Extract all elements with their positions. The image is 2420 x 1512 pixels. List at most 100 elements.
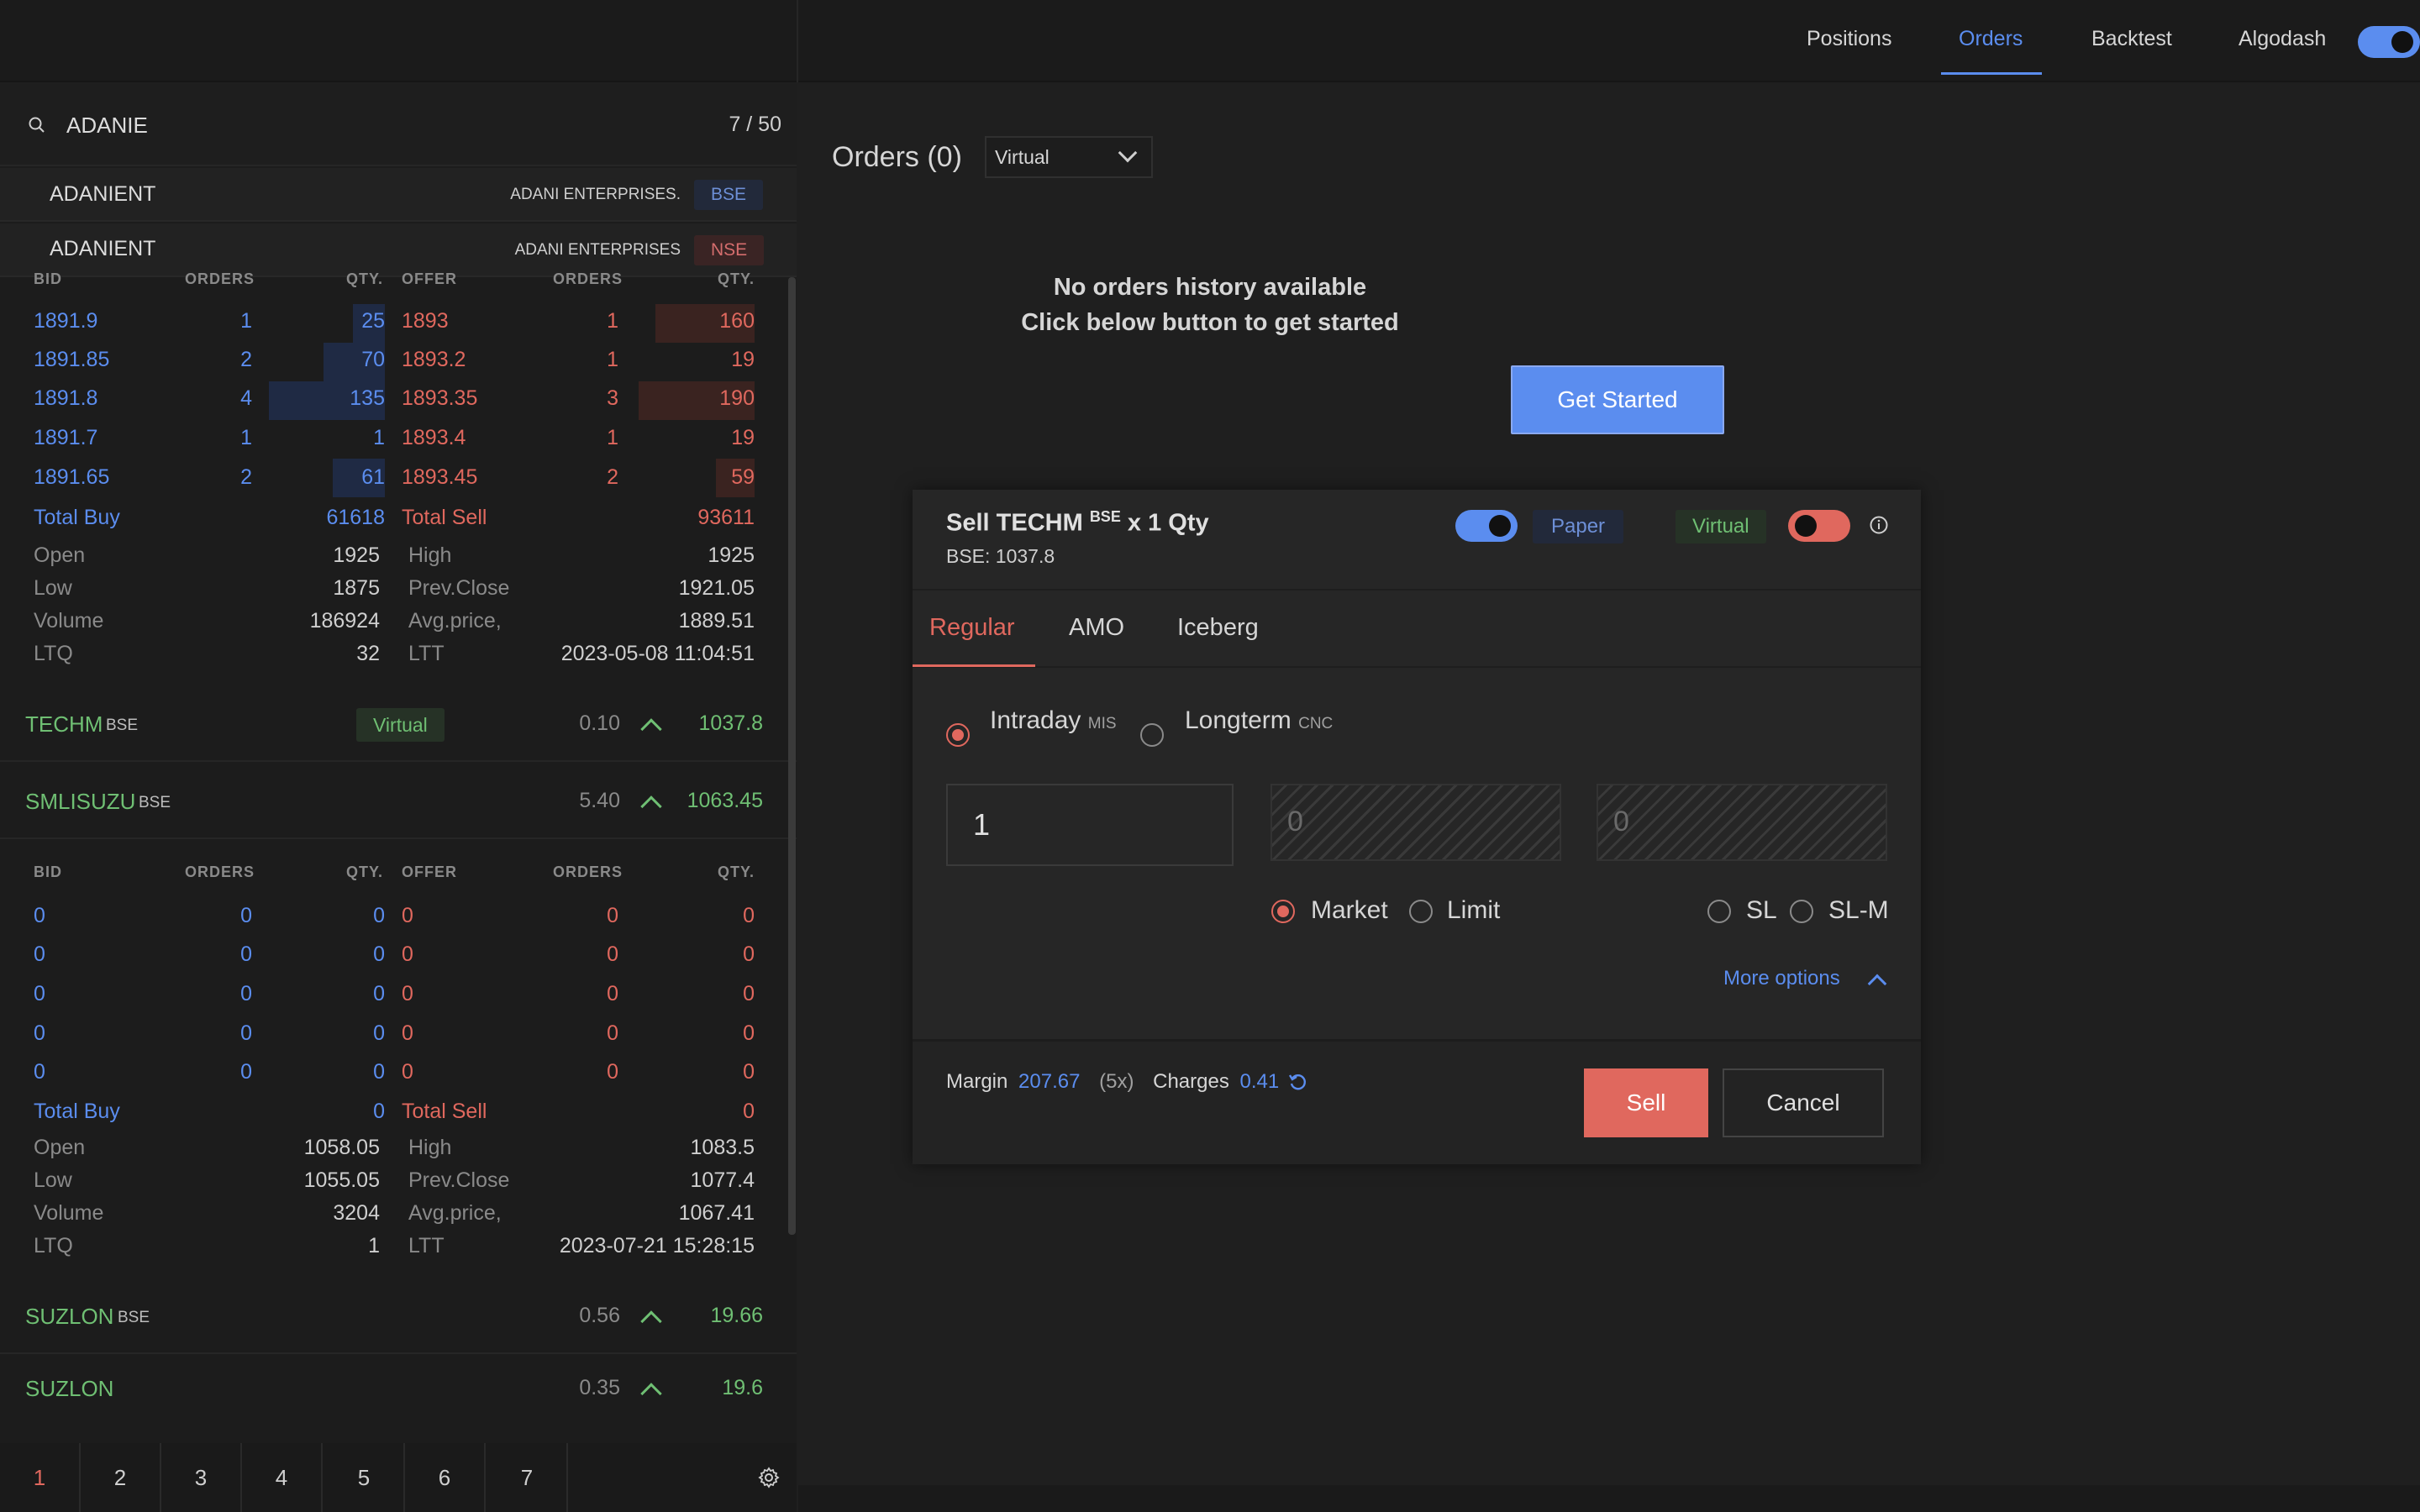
offer-price[interactable]: 0 [402,1021,413,1046]
bid-price[interactable]: 0 [34,904,45,928]
tab-amo[interactable]: AMO [1069,614,1124,642]
theme-toggle[interactable] [2358,26,2420,58]
sl-m-radio[interactable] [1790,900,1813,923]
margin-label: Margin [946,1070,1008,1093]
search-input[interactable]: ADANIE [66,113,148,139]
offer-price[interactable]: 0 [402,904,413,928]
bid-price[interactable]: 0 [34,942,45,967]
page-tab-3[interactable]: 3 [161,1443,242,1512]
stat-value: 1055.05 [303,1168,380,1192]
order-window-header: Sell TECHM BSE x 1 Qty BSE: 1037.8 Paper… [913,490,1921,591]
stat-value: 1067.41 [678,1201,755,1225]
offer-price[interactable]: 1893.2 [402,348,466,372]
market-label[interactable]: Market [1311,896,1388,925]
chevron-up-icon[interactable] [1867,974,1887,994]
page-tab-6[interactable]: 6 [405,1443,486,1512]
offer-qty: 19 [731,426,755,449]
trigger-price-input[interactable]: 0 [1597,784,1887,861]
quantity-input[interactable]: 1 [946,784,1234,866]
bid-qty: 0 [373,1060,385,1084]
watchlist-item-smlisuzu[interactable]: SMLISUZU BSE 5.40 1063.45 [0,764,797,839]
page-tab-1[interactable]: 1 [0,1443,81,1512]
watchlist-item-suzlon-bse[interactable]: SUZLON BSE 0.56 19.66 [0,1278,797,1354]
bid-price[interactable]: 0 [34,1021,45,1046]
nav-positions[interactable]: Positions [1807,27,1891,51]
search-count: 7 / 50 [729,113,781,136]
bid-price[interactable]: 1891.85 [34,348,109,372]
exchange-badge-bse[interactable]: BSE [694,180,764,210]
page-tab-2[interactable]: 2 [81,1443,161,1512]
watch-symbol: SMLISUZU [25,789,136,814]
bid-price[interactable]: 1891.7 [34,426,97,450]
exchange-badge-nse[interactable]: NSE [694,235,765,265]
sl-label[interactable]: SL [1746,896,1777,925]
bid-price[interactable]: 1891.8 [34,386,97,411]
gear-icon[interactable] [758,1467,780,1488]
stat-label: Open [34,543,86,567]
price-input[interactable]: 0 [1270,784,1561,861]
page-tab-5[interactable]: 5 [324,1443,405,1512]
intraday-text: Intraday [990,706,1081,734]
virtual-toggle[interactable] [1788,510,1850,542]
watchlist-scrollbar[interactable] [788,277,796,1235]
page-tab-7[interactable]: 7 [487,1443,568,1512]
intraday-label[interactable]: Intraday MIS [990,706,1117,735]
offer-price[interactable]: 1893.35 [402,386,477,411]
market-radio[interactable] [1271,900,1295,923]
bid-price[interactable]: 0 [34,982,45,1006]
stat-label: High [408,543,452,567]
cancel-button[interactable]: Cancel [1723,1068,1884,1137]
longterm-radio[interactable] [1140,723,1164,747]
offer-price[interactable]: 1893.45 [402,465,477,490]
offer-price[interactable]: 1893.4 [402,426,466,450]
search-icon [29,117,45,133]
more-options-link[interactable]: More options [1723,967,1840,990]
nav-backtest[interactable]: Backtest [2091,27,2172,51]
offer-price[interactable]: 0 [402,942,413,967]
virtual-badge: Virtual [356,708,445,742]
intraday-radio[interactable] [946,723,970,747]
longterm-label[interactable]: Longterm CNC [1185,706,1333,735]
orders-title: Orders (0) [832,141,962,173]
search-result-item[interactable]: ADANIENT ADANI ENTERPRISES NSE [0,223,797,277]
watch-exchange: BSE [106,717,139,734]
col-qty: QTY. [718,864,755,880]
get-started-button[interactable]: Get Started [1511,365,1724,434]
watch-price: 19.66 [710,1304,763,1327]
result-company-name: ADANI ENTERPRISES. [510,186,681,203]
watchlist-item-suzlon[interactable]: SUZLON 0.35 19.6 [0,1356,797,1401]
toggle-knob [1795,515,1817,537]
offer-qty: 59 [731,465,755,489]
offer-price[interactable]: 0 [402,1060,413,1084]
intraday-code: MIS [1087,715,1117,732]
sl-m-label[interactable]: SL-M [1828,896,1889,925]
limit-radio[interactable] [1409,900,1433,923]
sell-button[interactable]: Sell [1584,1068,1708,1137]
nav-orders[interactable]: Orders [1959,27,2023,51]
sl-radio[interactable] [1707,900,1731,923]
col-bid: BID [34,864,62,880]
watchlist-item-techm[interactable]: TECHM BSE Virtual 0.10 1037.8 [0,686,797,762]
watch-symbol: TECHM [25,711,103,737]
order-title-exchange: BSE [1089,508,1121,525]
paper-toggle[interactable] [1455,510,1518,542]
offer-price[interactable]: 0 [402,982,413,1006]
bid-qty: 70 [361,348,385,371]
page-tab-4[interactable]: 4 [242,1443,323,1512]
bid-price[interactable]: 1891.65 [34,465,109,490]
bid-qty: 0 [373,904,385,927]
refresh-icon[interactable] [1287,1072,1307,1092]
stat-label: Prev.Close [408,1168,510,1192]
limit-label[interactable]: Limit [1447,896,1500,925]
bid-price[interactable]: 0 [34,1060,45,1084]
nav-algodash[interactable]: Algodash [2238,27,2326,51]
tab-iceberg[interactable]: Iceberg [1177,614,1259,642]
stat-label: Volume [34,1201,104,1225]
search-bar[interactable]: ADANIE 7 / 50 [0,84,797,166]
stat-value: 32 [356,642,380,665]
stat-value: 1925 [333,543,380,567]
orders-filter-select[interactable]: Virtual [985,136,1153,178]
search-result-item[interactable]: ADANIENT ADANI ENTERPRISES. BSE [0,168,797,222]
tab-regular[interactable]: Regular [929,614,1015,642]
info-icon[interactable] [1869,515,1889,535]
